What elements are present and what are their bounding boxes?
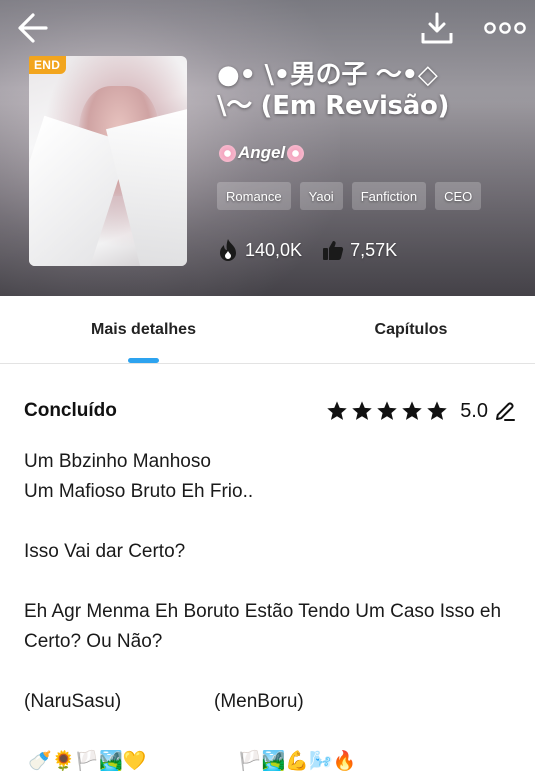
likes-stat[interactable]: 7,57K <box>322 239 397 261</box>
download-icon <box>421 12 453 44</box>
story-title: ●• \•男の子 〜•◇ \〜 (Em Revisão) <box>217 60 450 121</box>
tag-yaoi[interactable]: Yaoi <box>299 182 343 210</box>
star-rating <box>326 400 448 422</box>
author-link[interactable]: Angel <box>219 143 305 163</box>
story-description: Um Bbzinho Manhoso Um Mafioso Bruto Eh F… <box>24 447 524 717</box>
flame-icon <box>220 239 236 261</box>
tag-romance[interactable]: Romance <box>217 182 291 210</box>
thumbs-up-icon <box>323 241 344 260</box>
tag-fanfiction[interactable]: Fanfiction <box>351 182 427 210</box>
tab-capitulos[interactable]: Capítulos <box>287 296 535 364</box>
download-button[interactable] <box>416 8 458 48</box>
star-icon <box>402 401 422 420</box>
likes-count: 7,57K <box>350 239 398 260</box>
back-button[interactable] <box>10 8 56 48</box>
star-icon <box>327 401 347 420</box>
story-stats: 140,0K 7,57K <box>217 238 417 262</box>
pairing-row: (NaruSasu) (MenBoru) <box>24 687 524 717</box>
rating-value: 5.0 <box>460 399 488 422</box>
pairing-label: (MenBoru) <box>214 691 304 712</box>
tag-ceo[interactable]: CEO <box>435 182 482 210</box>
book-cover-image[interactable] <box>29 56 187 266</box>
tag-list: Romance Yaoi Fanfiction CEO <box>217 182 482 210</box>
end-badge: END <box>29 56 67 74</box>
description-line: Isso Vai dar Certo? <box>24 541 186 562</box>
description-line: Um Bbzinho Manhoso <box>24 451 211 472</box>
active-tab-indicator <box>128 358 159 363</box>
blossom-icon <box>219 144 236 162</box>
status-rating-row: Concluído 5.0 <box>24 396 516 426</box>
pairing-label: (NaruSasu) <box>24 691 122 712</box>
views-stat: 140,0K <box>217 238 302 262</box>
tab-mais-detalhes[interactable]: Mais detalhes <box>0 296 287 364</box>
edit-pencil-icon[interactable] <box>494 400 516 422</box>
star-icon <box>427 401 447 420</box>
arrow-left-icon <box>18 13 48 43</box>
rating: 5.0 <box>326 400 516 423</box>
star-icon <box>352 401 372 420</box>
completion-status: Concluído <box>24 400 117 421</box>
description-line: Um Mafioso Bruto Eh Frio.. <box>24 481 254 502</box>
emoji-line: 🍼🌻🏳️🏞️💛 <box>28 751 147 772</box>
author-name: Angel <box>238 143 286 162</box>
views-count: 140,0K <box>245 239 303 260</box>
star-icon <box>377 401 397 420</box>
tab-bar: Mais detalhes Capítulos <box>0 296 535 364</box>
emoji-line: 🏳️🏞️💪🌬️🔥 <box>238 751 357 772</box>
blossom-icon <box>287 144 305 162</box>
description-line: Eh Agr Menma Eh Boruto Estão Tendo Um Ca… <box>24 601 502 652</box>
more-options-button[interactable] <box>480 8 530 48</box>
more-dots-icon <box>484 22 526 34</box>
